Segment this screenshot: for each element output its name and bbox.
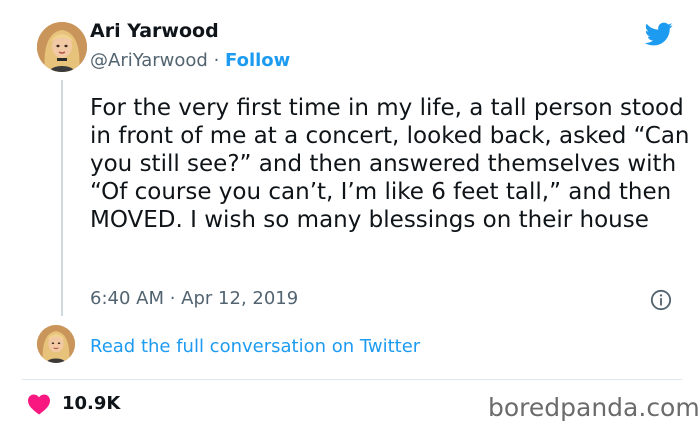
tweet-time[interactable]: 6:40 AM (90, 288, 164, 309)
handle-separator: · (207, 50, 226, 71)
watermark: boredpanda.com (488, 393, 700, 422)
like-count[interactable]: 10.9K (62, 393, 120, 414)
tweet-date[interactable]: Apr 12, 2019 (181, 288, 298, 309)
twitter-bird-icon[interactable] (643, 20, 675, 48)
thread-connector-line (61, 80, 63, 316)
follow-button[interactable]: Follow (225, 50, 290, 71)
conversation-avatar[interactable] (37, 325, 75, 363)
author-name[interactable]: Ari Yarwood (90, 20, 219, 42)
read-conversation-link[interactable]: Read the full conversation on Twitter (90, 336, 420, 357)
author-avatar[interactable] (37, 22, 87, 72)
author-handle[interactable]: @AriYarwood (90, 50, 208, 71)
tweet-timestamp[interactable]: 6:40 AM · Apr 12, 2019 (90, 288, 298, 309)
meta-separator: · (164, 288, 182, 309)
heart-icon[interactable] (27, 393, 51, 415)
info-icon[interactable] (650, 289, 672, 311)
divider (22, 379, 682, 380)
tweet-text: For the very first time in my life, a ta… (90, 95, 690, 233)
handle-row: @AriYarwood · Follow (90, 50, 290, 71)
